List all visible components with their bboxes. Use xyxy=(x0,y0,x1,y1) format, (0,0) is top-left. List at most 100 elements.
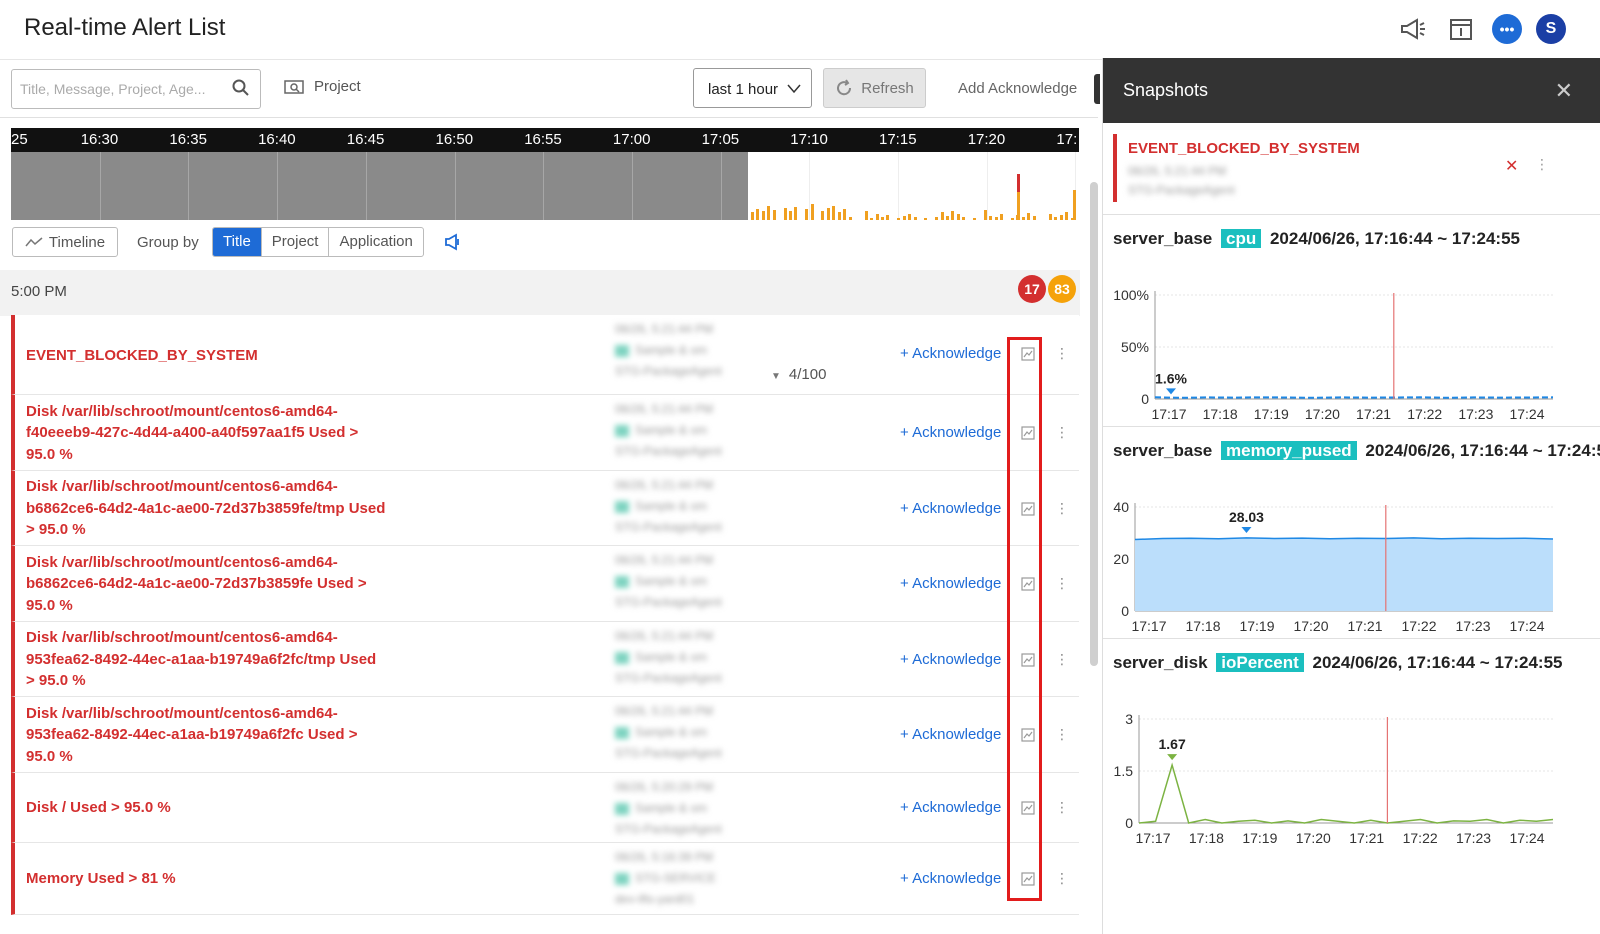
timeline-bar[interactable] xyxy=(783,208,787,220)
avatar[interactable]: S xyxy=(1536,14,1566,44)
alert-title[interactable]: Disk /var/lib/schroot/mount/centos6-amd6… xyxy=(26,476,386,541)
alert-title[interactable]: Disk / Used > 95.0 % xyxy=(26,797,386,819)
cpu-chart[interactable]: 100% 50% 017:17 17:18 17:19 17:20 17:21 17:22 17… xyxy=(1103,265,1600,425)
timeline-bar[interactable] xyxy=(826,208,830,220)
acknowledge-button[interactable]: + Acknowledge xyxy=(900,500,1001,517)
timeline-bar[interactable] xyxy=(843,209,847,220)
alert-row[interactable]: EVENT_BLOCKED_BY_SYSTEM 06/26, 5:21:44 PM… xyxy=(11,315,1079,395)
timeline-bar[interactable] xyxy=(951,211,955,220)
timeline-chart[interactable]: 25 16:30 16:35 16:40 16:45 16:50 16:55 17:00 17:… xyxy=(11,128,1079,220)
refresh-button[interactable]: Refresh xyxy=(823,68,926,108)
more-options-icon[interactable]: ⋮ xyxy=(1055,345,1069,362)
timeline-bar[interactable] xyxy=(994,217,998,220)
snapshot-alert-card[interactable]: EVENT_BLOCKED_BY_SYSTEM 06/26, 5:21:44 P… xyxy=(1113,134,1591,202)
search-input[interactable] xyxy=(20,78,225,100)
acknowledge-button[interactable]: + Acknowledge xyxy=(900,870,1001,887)
timeline-bar[interactable] xyxy=(767,206,771,220)
alert-row[interactable]: Disk /var/lib/schroot/mount/centos6-amd6… xyxy=(11,546,1079,622)
timeline-bar[interactable] xyxy=(794,207,798,220)
timeline-bar[interactable] xyxy=(805,209,809,220)
more-options-icon[interactable]: ⋮ xyxy=(1055,870,1069,887)
timeline-bar[interactable] xyxy=(935,217,939,220)
timeline-bar[interactable] xyxy=(870,218,874,220)
timeline-bar-critical[interactable] xyxy=(1017,174,1020,192)
alert-title[interactable]: Memory Used > 81 % xyxy=(26,868,386,890)
timeline-bar[interactable] xyxy=(788,211,792,220)
timeline-bar[interactable] xyxy=(810,204,814,220)
timeline-bar[interactable] xyxy=(1073,190,1076,220)
more-options-icon[interactable]: ⋮ xyxy=(1055,575,1069,592)
timeline-bar[interactable] xyxy=(1021,217,1025,220)
acknowledge-button[interactable]: + Acknowledge xyxy=(900,345,1001,362)
group-by-application[interactable]: Application xyxy=(328,228,422,256)
chat-icon[interactable]: ••• xyxy=(1492,14,1522,44)
group-by-project[interactable]: Project xyxy=(260,228,329,256)
timeline-bar[interactable] xyxy=(1065,212,1069,220)
timeline-bar[interactable] xyxy=(983,210,987,220)
alert-title[interactable]: Disk /var/lib/schroot/mount/centos6-amd6… xyxy=(26,627,386,692)
timeline-bar[interactable] xyxy=(989,216,993,220)
timeline-bar[interactable] xyxy=(837,212,841,220)
timeline-bar[interactable] xyxy=(886,215,890,220)
timeline-bar[interactable] xyxy=(761,211,765,220)
disk-io-chart[interactable]: 3 1.5 017:17 17:18 17:19 17:20 17:21 17:22 17:23… xyxy=(1103,689,1600,849)
alert-row[interactable]: Memory Used > 81 % 06/26, 5:16:39 PM STG-S… xyxy=(11,843,1079,915)
more-options-icon[interactable]: ⋮ xyxy=(1055,726,1069,743)
timeline-bar[interactable] xyxy=(956,214,960,220)
timeline-bar[interactable] xyxy=(1059,215,1063,220)
timeline-toggle-button[interactable]: Timeline xyxy=(12,227,118,257)
alert-row[interactable]: Disk /var/lib/schroot/mount/centos6-amd6… xyxy=(11,622,1079,697)
timeline-bar[interactable] xyxy=(1054,217,1058,220)
timeline-bar[interactable] xyxy=(940,212,944,220)
alert-row[interactable]: Disk /var/lib/schroot/mount/centos6-amd6… xyxy=(11,471,1079,546)
search-box[interactable] xyxy=(11,69,261,109)
search-icon[interactable] xyxy=(232,79,250,102)
timeline-bar[interactable] xyxy=(1048,214,1052,220)
announcement-icon[interactable] xyxy=(1396,12,1430,46)
calendar-icon[interactable] xyxy=(1444,12,1478,46)
acknowledge-button[interactable]: + Acknowledge xyxy=(900,726,1001,743)
alert-row[interactable]: Disk /var/lib/schroot/mount/centos6-amd6… xyxy=(11,395,1079,471)
close-icon[interactable]: ✕ xyxy=(1555,78,1573,104)
timeline-bar[interactable] xyxy=(821,211,825,220)
alert-row[interactable]: Disk / Used > 95.0 % 06/26, 5:20:29 PM Sam… xyxy=(11,773,1079,843)
remove-icon[interactable]: ✕ xyxy=(1505,156,1518,176)
timeline-bar[interactable] xyxy=(924,218,928,220)
timeline-bar[interactable] xyxy=(1027,213,1031,220)
timeline-bar[interactable] xyxy=(772,210,776,220)
more-options-icon[interactable]: ⋮ xyxy=(1055,651,1069,668)
alert-title[interactable]: Disk /var/lib/schroot/mount/centos6-amd6… xyxy=(26,401,386,466)
series-line[interactable] xyxy=(1138,762,1554,824)
more-options-icon[interactable]: ⋮ xyxy=(1055,500,1069,517)
timeline-bar[interactable] xyxy=(962,217,966,220)
acknowledge-button[interactable]: + Acknowledge xyxy=(900,575,1001,592)
timeline-bar[interactable] xyxy=(897,218,901,220)
timeline-bar[interactable] xyxy=(908,214,912,220)
series-line[interactable] xyxy=(1154,396,1554,399)
alert-row[interactable]: Disk /var/lib/schroot/mount/centos6-amd6… xyxy=(11,697,1079,773)
timeline-bar[interactable] xyxy=(864,211,868,220)
timeline-bar[interactable] xyxy=(1000,214,1004,220)
group-by-title[interactable]: Title xyxy=(213,228,261,256)
acknowledge-button[interactable]: + Acknowledge xyxy=(900,424,1001,441)
time-range-select[interactable]: last 1 hour xyxy=(693,68,812,108)
timeline-bar[interactable] xyxy=(946,216,949,220)
timeline-bar[interactable] xyxy=(875,214,879,220)
timeline-bar[interactable] xyxy=(881,217,884,220)
timeline-bar[interactable] xyxy=(913,217,917,220)
memory-chart[interactable]: 40 20 017:17 17:18 17:19 17:20 17:21 17:22 17:23… xyxy=(1103,477,1600,637)
alert-count[interactable]: ▼ 4/100 xyxy=(771,366,826,383)
more-options-icon[interactable]: ⋮ xyxy=(1055,424,1069,441)
alert-title[interactable]: Disk /var/lib/schroot/mount/centos6-amd6… xyxy=(26,703,386,768)
speaker-icon[interactable] xyxy=(444,233,462,256)
alert-title[interactable]: EVENT_BLOCKED_BY_SYSTEM xyxy=(26,345,386,367)
timeline-bar[interactable] xyxy=(1011,218,1014,220)
timeline-bar[interactable] xyxy=(751,212,754,220)
timeline-bar[interactable] xyxy=(756,209,760,220)
timeline-bar[interactable] xyxy=(902,216,906,220)
timeline-bar[interactable] xyxy=(1032,216,1036,220)
more-options-icon[interactable]: ⋮ xyxy=(1535,156,1549,173)
scrollbar[interactable] xyxy=(1090,182,1098,666)
more-options-icon[interactable]: ⋮ xyxy=(1055,799,1069,816)
acknowledge-button[interactable]: + Acknowledge xyxy=(900,799,1001,816)
